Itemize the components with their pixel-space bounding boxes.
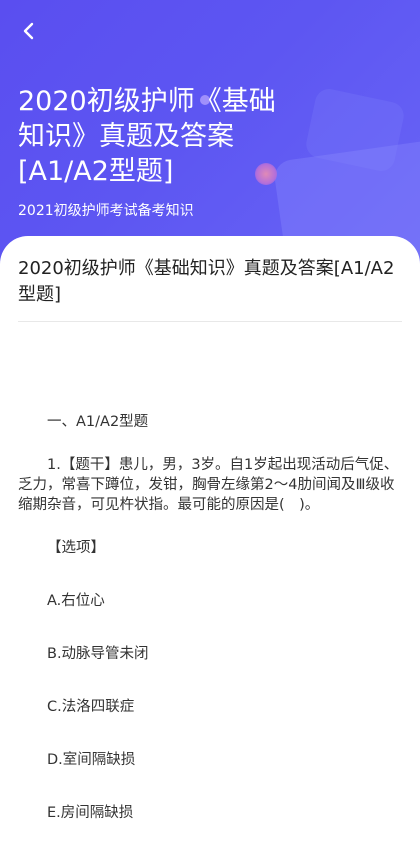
- header-subtitle: 2021初级护师考试备考知识: [18, 203, 194, 219]
- divider: [18, 321, 402, 322]
- article-title: 2020初级护师《基础知识》真题及答案[A1/A2型题]: [18, 258, 395, 305]
- option-c: C.法洛四联症: [47, 699, 135, 715]
- section-heading: 一、A1/A2型题: [47, 414, 149, 430]
- question-text: 1.【题干】患儿，男，3岁。自1岁起出现活动后气促、乏力，常喜下蹲位，发钳，胸骨…: [18, 457, 399, 513]
- chevron-left-icon: [23, 22, 34, 40]
- article-content: 一、A1/A2型题 1.【题干】患儿，男，3岁。自1岁起出现活动后气促、乏力，常…: [18, 412, 403, 823]
- page: 2020初级护师《基础知识》真题及答案[A1/A2型题] 2021初级护师考试备…: [0, 0, 420, 862]
- option-a: A.右位心: [47, 593, 105, 609]
- article-card: 2020初级护师《基础知识》真题及答案[A1/A2型题] 一、A1/A2型题 1…: [0, 236, 420, 862]
- back-button[interactable]: [14, 16, 44, 46]
- option-e: E.房间隔缺损: [47, 805, 134, 821]
- option-b: B.动脉导管未闭: [47, 646, 149, 662]
- header-title: 2020初级护师《基础知识》真题及答案[A1/A2型题]: [18, 86, 276, 187]
- option-d: D.室间隔缺损: [47, 752, 136, 768]
- options-label: 【选项】: [47, 540, 105, 556]
